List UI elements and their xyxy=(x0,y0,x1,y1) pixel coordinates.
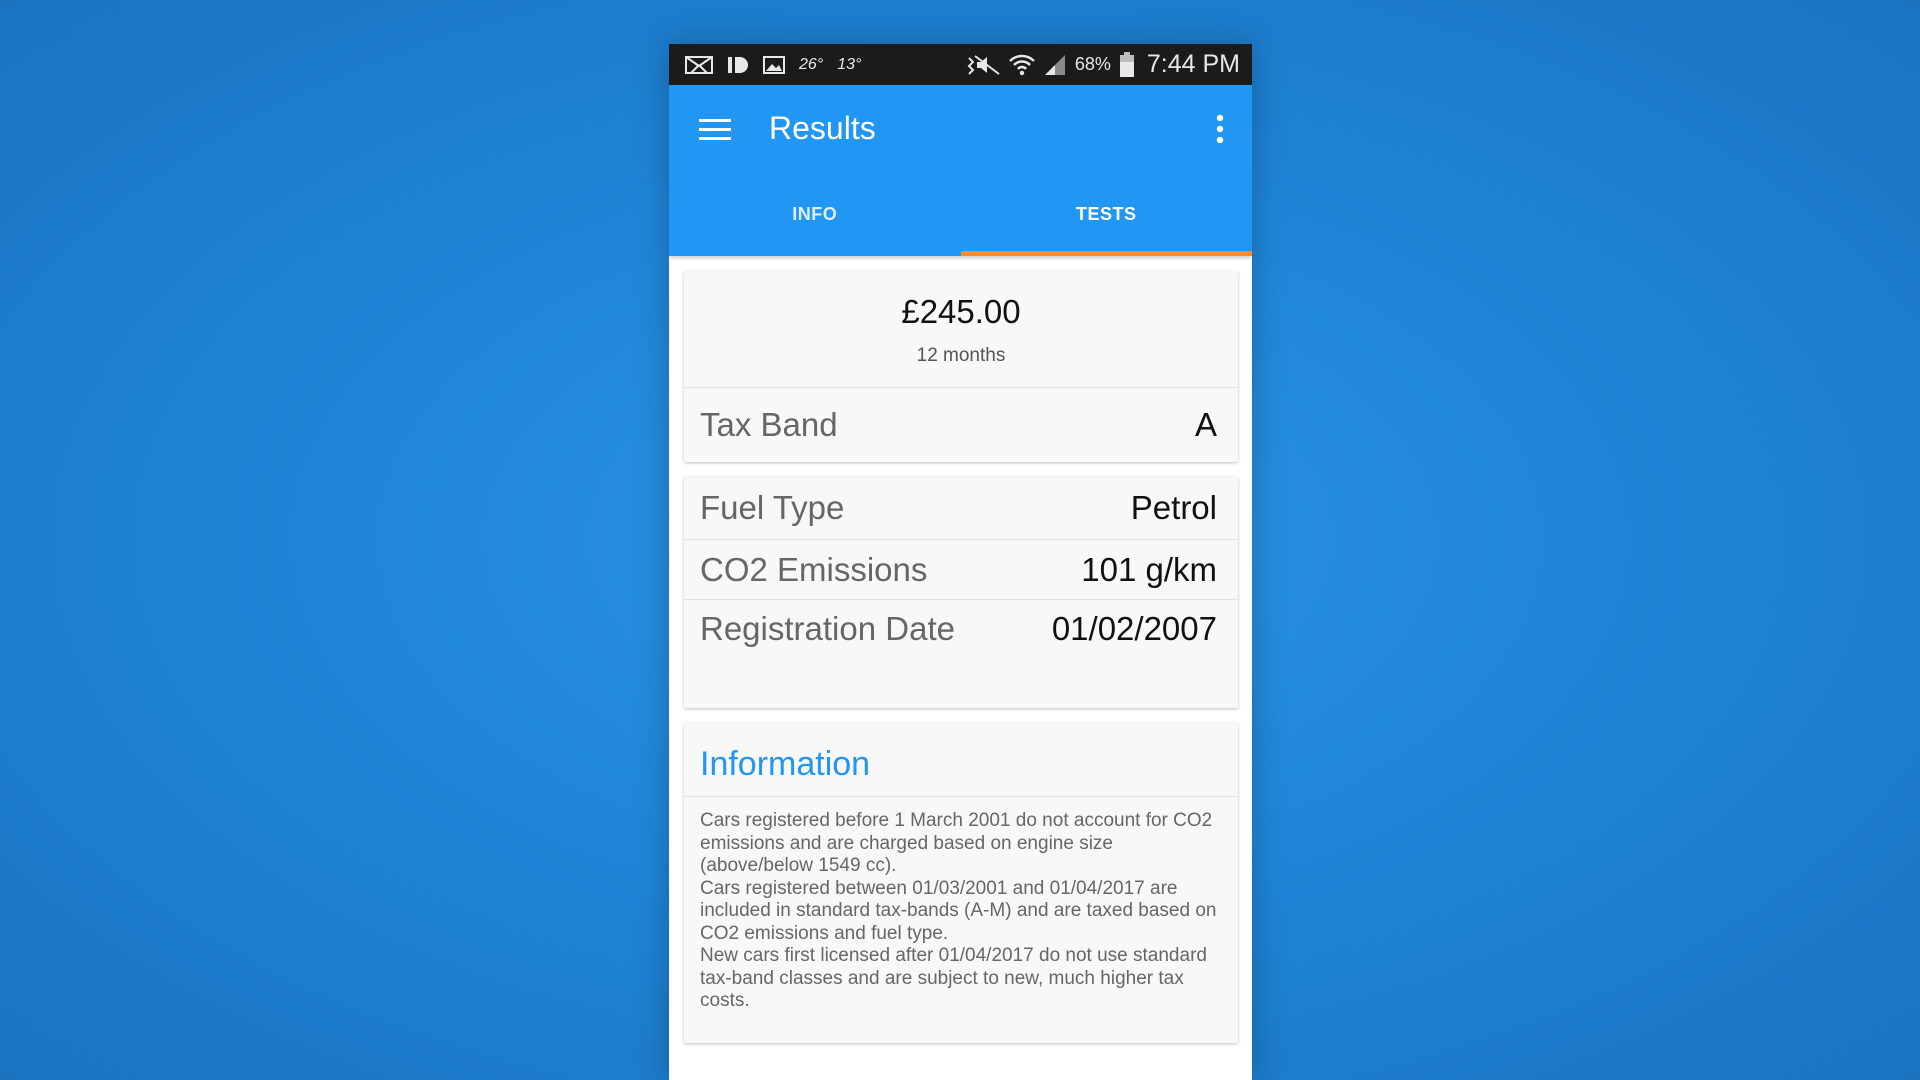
information-paragraph: New cars first licensed after 01/04/2017… xyxy=(700,945,1207,1011)
detail-value: Petrol xyxy=(1130,489,1217,526)
tab-tests[interactable]: TESTS xyxy=(960,172,1253,256)
detail-label: Fuel Type xyxy=(700,489,845,526)
tab-bar: INFO TESTS xyxy=(669,172,1252,256)
tax-price: £245.00 xyxy=(901,293,1021,330)
page-title: Results xyxy=(769,110,876,146)
wifi-icon xyxy=(1008,53,1035,77)
tax-band-value: A xyxy=(1194,406,1217,443)
results-content: £245.00 12 months Tax Band A Fuel Type P… xyxy=(669,256,1252,1043)
weather-temp-1: 26° xyxy=(799,55,824,73)
detail-row-registration-date: Registration Date 01/02/2007 xyxy=(684,600,1238,658)
detail-row-co2-emissions: CO2 Emissions 101 g/km xyxy=(684,540,1238,600)
tab-info[interactable]: INFO xyxy=(669,172,961,256)
tax-band-label: Tax Band xyxy=(700,406,838,443)
app-bar: Results xyxy=(669,85,1252,172)
tax-summary-card: £245.00 12 months Tax Band A xyxy=(684,271,1238,462)
tax-band-row: Tax Band A xyxy=(684,388,1238,462)
information-card: Information Cars registered before 1 Mar… xyxy=(684,723,1238,1043)
mail-notification-icon xyxy=(685,53,713,77)
price-block: £245.00 12 months xyxy=(684,271,1238,388)
information-body: Cars registered before 1 March 2001 do n… xyxy=(684,797,1238,1043)
image-notification-icon xyxy=(763,53,785,77)
detail-value: 101 g/km xyxy=(1081,550,1217,588)
information-paragraph: Cars registered between 01/03/2001 and 0… xyxy=(700,877,1217,944)
detail-label: Registration Date xyxy=(700,610,955,647)
battery-percent: 68% xyxy=(1074,54,1111,74)
information-title: Information xyxy=(684,723,1238,797)
vehicle-details-card: Fuel Type Petrol CO2 Emissions 101 g/km … xyxy=(684,477,1238,708)
detail-label: CO2 Emissions xyxy=(700,550,928,588)
detail-row-fuel-type: Fuel Type Petrol xyxy=(684,477,1238,540)
weather-temp-2: 13° xyxy=(837,55,862,73)
tax-period: 12 months xyxy=(916,345,1006,366)
mute-icon xyxy=(967,53,1001,77)
information-paragraph: Cars registered before 1 March 2001 do n… xyxy=(700,810,1213,876)
phone-screen: 26° 13° 68% 7:44 PM Results INFO TESTS £… xyxy=(669,44,1252,1080)
more-vert-icon[interactable] xyxy=(1208,109,1232,149)
hamburger-menu-icon[interactable] xyxy=(699,113,731,145)
signal-icon xyxy=(1043,53,1067,77)
clock: 7:44 PM xyxy=(1146,50,1240,78)
battery-icon xyxy=(1119,51,1135,77)
app-notification-icon xyxy=(727,53,749,77)
detail-value: 01/02/2007 xyxy=(1051,610,1217,647)
status-bar: 26° 13° 68% 7:44 PM xyxy=(669,44,1252,85)
